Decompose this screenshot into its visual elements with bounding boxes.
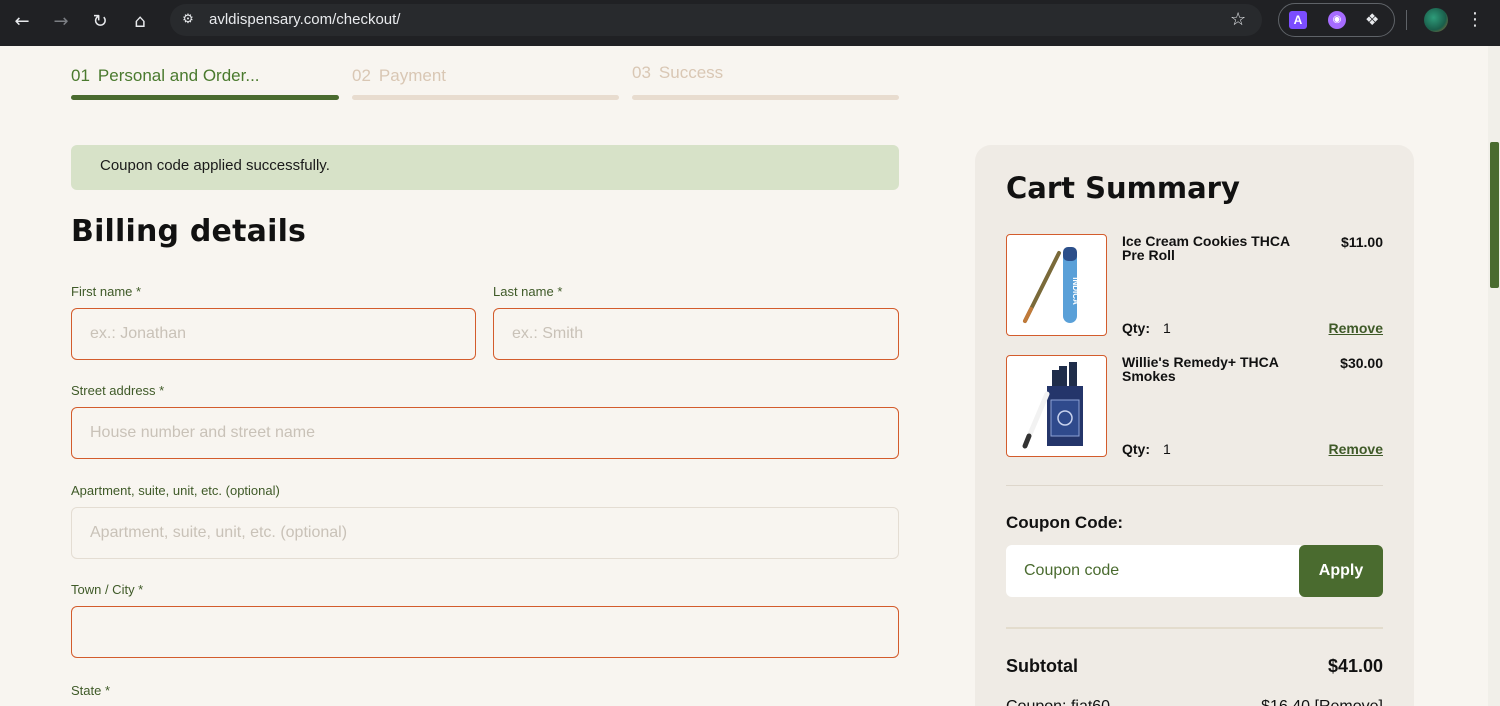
- remove-item-link[interactable]: Remove: [1329, 320, 1383, 336]
- billing-details-heading: Billing details: [71, 214, 307, 249]
- subtotal-value: $41.00: [1327, 656, 1383, 676]
- qty-label: Qty:: [1122, 441, 1150, 457]
- apartment-label: Apartment, suite, unit, etc. (optional): [71, 483, 280, 498]
- forward-arrow-icon[interactable]: →: [47, 8, 75, 36]
- coupon-discount-label: Coupon: fiat60: [1006, 698, 1110, 706]
- cart-item: Willie's Remedy+ THCA Smokes $30.00 Qty:…: [1006, 355, 1383, 457]
- page-scrollbar[interactable]: [1488, 46, 1500, 706]
- cart-summary-title: Cart Summary: [1006, 171, 1240, 205]
- state-label: State *: [71, 683, 111, 698]
- bookmark-star-icon[interactable]: ☆: [1230, 8, 1246, 32]
- step-label: Payment: [378, 66, 447, 85]
- qty-label: Qty:: [1122, 320, 1150, 336]
- city-field[interactable]: [71, 606, 899, 658]
- cart-divider: [1006, 485, 1383, 486]
- step-progress-bar: [352, 95, 619, 100]
- coupon-discount-row: Coupon: fiat60 -$16.40 [Remove]: [1006, 698, 1383, 706]
- toolbar-divider: [1406, 10, 1407, 30]
- first-name-label: First name *: [71, 284, 142, 299]
- reload-icon[interactable]: ↻: [86, 8, 114, 36]
- cart-summary-panel: Cart Summary INDICA Ice Cream Cookies TH…: [975, 145, 1414, 706]
- menu-dots-icon[interactable]: ⋮: [1466, 6, 1484, 34]
- coupon-code-input[interactable]: [1006, 545, 1301, 597]
- street-address-field[interactable]: [71, 407, 899, 459]
- indica-label: INDICA: [1071, 277, 1080, 305]
- last-name-label: Last name *: [493, 284, 563, 299]
- url-text[interactable]: avldispensary.com/checkout/: [209, 10, 400, 30]
- qty-value: 1: [1163, 320, 1171, 336]
- step-number: 02: [352, 66, 371, 85]
- city-label: Town / City *: [71, 582, 144, 597]
- extension-a-icon[interactable]: A: [1289, 11, 1307, 29]
- site-info-icon[interactable]: ⚙: [178, 10, 198, 30]
- step-progress-bar: [632, 95, 899, 100]
- qty-value: 1: [1163, 441, 1171, 457]
- home-icon[interactable]: ⌂: [126, 8, 154, 36]
- extension-eye-icon[interactable]: ◉: [1328, 11, 1346, 29]
- scrollbar-thumb[interactable]: [1490, 142, 1499, 288]
- step-success[interactable]: 03 Success: [632, 61, 723, 85]
- smokes-product-image: [1022, 362, 1083, 449]
- step-personal-order[interactable]: 01 Personal and Order...: [71, 64, 260, 88]
- product-image-preroll[interactable]: INDICA: [1006, 234, 1107, 336]
- cart-item-name: Willie's Remedy+ THCA Smokes: [1122, 354, 1279, 384]
- first-name-field[interactable]: [71, 308, 476, 360]
- apply-coupon-button[interactable]: Apply: [1299, 545, 1383, 597]
- apartment-field[interactable]: [71, 507, 899, 559]
- success-notice-text: Coupon code applied successfully.: [100, 157, 330, 174]
- extensions-group: A ◉ ❖: [1278, 3, 1395, 37]
- step-progress-bar: [71, 95, 339, 100]
- step-label: Personal and Order...: [97, 66, 260, 85]
- browser-toolbar: ← → ↻ ⌂ ⚙ avldispensary.com/checkout/ ☆ …: [0, 0, 1500, 46]
- street-address-label: Street address *: [71, 383, 165, 398]
- preroll-product-image: INDICA: [1023, 247, 1080, 323]
- back-arrow-icon[interactable]: ←: [8, 8, 36, 36]
- coupon-code-label: Coupon Code:: [1006, 513, 1124, 532]
- success-notice: Coupon code applied successfully.: [71, 145, 899, 190]
- step-number: 01: [71, 66, 90, 85]
- cart-item-name: Ice Cream Cookies THCA Pre Roll: [1122, 233, 1290, 263]
- remove-item-link[interactable]: Remove: [1329, 441, 1383, 457]
- cart-item-price: $11.00: [1340, 234, 1383, 250]
- address-bar[interactable]: ⚙ avldispensary.com/checkout/ ☆: [170, 4, 1262, 36]
- cart-divider: [1006, 627, 1383, 629]
- profile-avatar[interactable]: [1424, 8, 1448, 32]
- cart-item: INDICA Ice Cream Cookies THCA Pre Roll $…: [1006, 234, 1383, 336]
- last-name-field[interactable]: [493, 308, 899, 360]
- subtotal-label: Subtotal: [1006, 656, 1078, 676]
- step-payment[interactable]: 02 Payment: [352, 64, 446, 88]
- cart-item-price: $30.00: [1340, 355, 1383, 371]
- step-label: Success: [658, 63, 724, 82]
- step-number: 03: [632, 63, 651, 82]
- coupon-discount-value[interactable]: -$16.40 [Remove]: [1256, 698, 1383, 706]
- product-image-smokes[interactable]: [1006, 355, 1107, 457]
- extensions-puzzle-icon[interactable]: ❖: [1365, 9, 1379, 31]
